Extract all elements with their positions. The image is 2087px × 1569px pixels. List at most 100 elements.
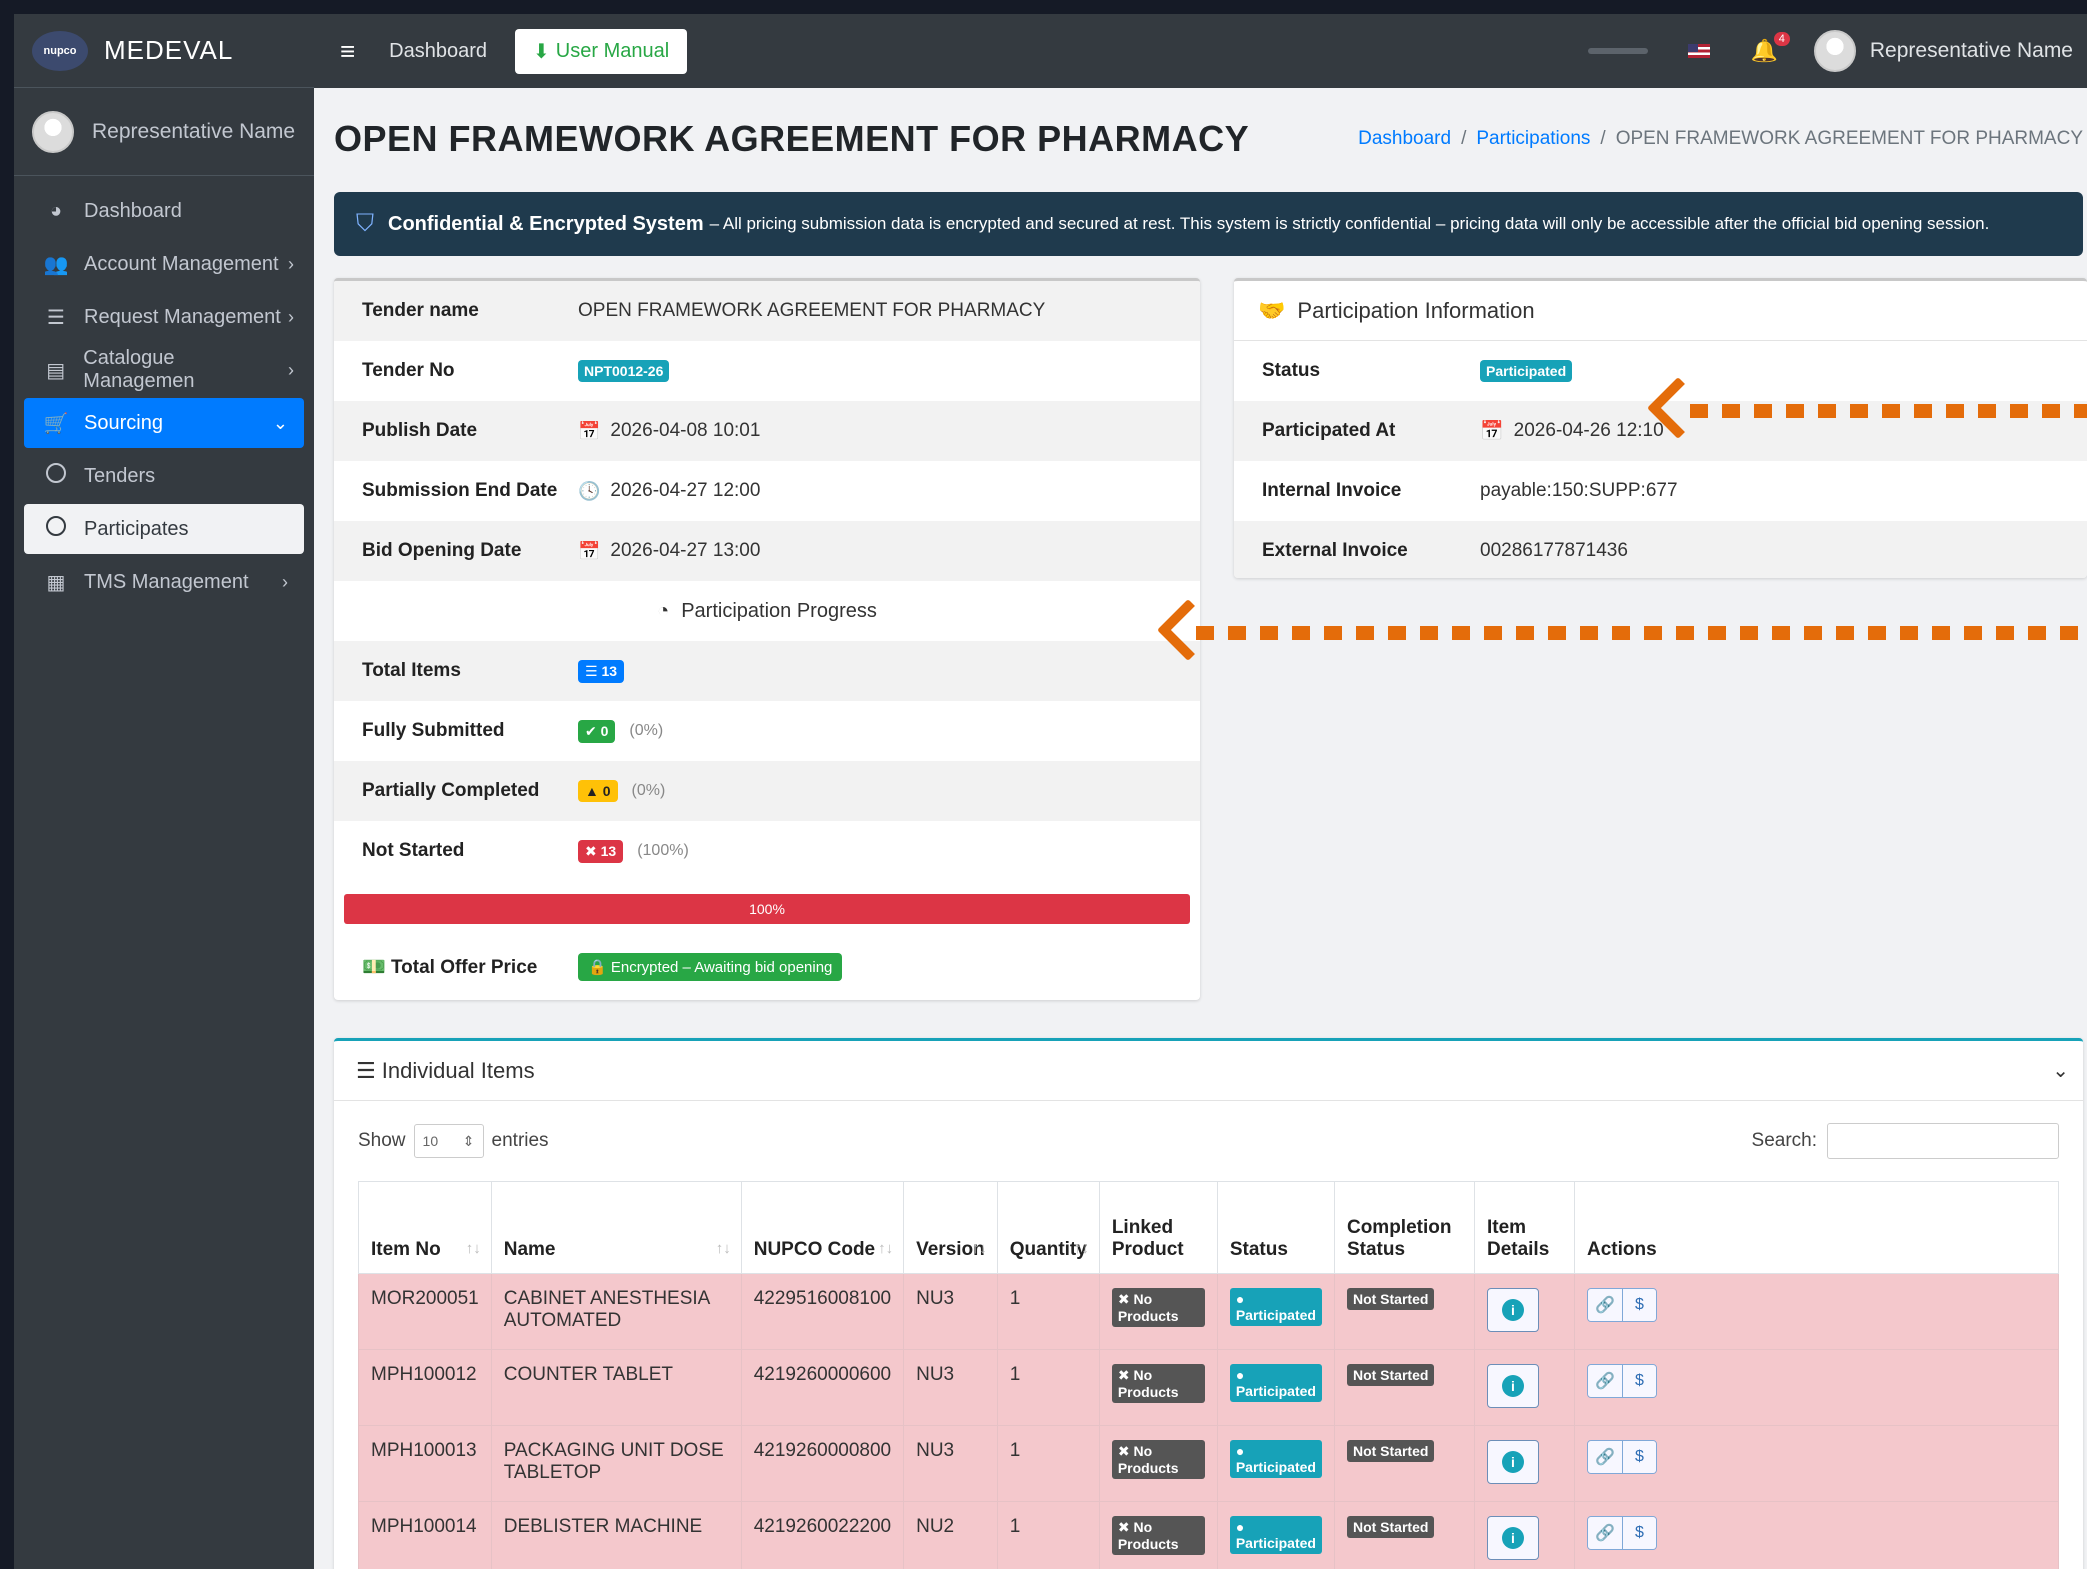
not-started-pct: (100%)	[637, 842, 689, 859]
items-card-header[interactable]: ☰ Individual Items ⌄	[334, 1041, 2083, 1101]
chevron-down-icon: ⌄	[272, 412, 288, 433]
top-nav-dashboard[interactable]: Dashboard	[389, 40, 487, 63]
not-started-badge: Not Started	[1346, 1364, 1435, 1386]
cell-status: ● Participated	[1216, 1273, 1335, 1350]
sidebar-item-sourcing[interactable]: 🛒 Sourcing ⌄	[24, 398, 304, 448]
fully-submitted-pct: (0%)	[629, 722, 664, 739]
item-details-button[interactable]: i	[1486, 1288, 1539, 1332]
no-products-badge: ✖ No Products	[1111, 1440, 1205, 1479]
progress-bar-fill: 100%	[344, 894, 1190, 924]
item-details-button[interactable]: i	[1486, 1440, 1539, 1484]
internal-invoice-value: payable:150:SUPP:677	[1480, 480, 1678, 501]
blurred-element	[1588, 48, 1649, 54]
dollar-icon[interactable]: $	[1621, 1517, 1656, 1549]
sidebar-item-tms-management[interactable]: ▦ TMS Management ›	[24, 557, 304, 607]
breadcrumb-dashboard[interactable]: Dashboard	[1358, 128, 1451, 150]
col-quantity[interactable]: Quantity ↑↓	[996, 1181, 1100, 1274]
annotation-arrow-progress	[1156, 598, 2087, 662]
search-input[interactable]	[1827, 1123, 2059, 1159]
main-content: OPEN FRAMEWORK AGREEMENT FOR PHARMACY Da…	[314, 88, 2087, 1569]
search-wrapper: Search:	[1752, 1123, 2059, 1159]
entries-label: entries	[491, 1130, 549, 1151]
dollar-icon[interactable]: $	[1621, 1365, 1656, 1397]
tender-details-card: Tender name OPEN FRAMEWORK AGREEMENT FOR…	[334, 278, 1200, 1000]
handshake-icon: 🤝	[1258, 297, 1286, 323]
tender-name-label: Tender name	[362, 300, 479, 321]
breadcrumb-participations[interactable]: Participations	[1476, 128, 1590, 150]
avatar[interactable]	[1813, 30, 1856, 72]
hamburger-menu-icon[interactable]: ≡	[340, 36, 355, 67]
notification-bell-icon[interactable]: 🔔 4	[1750, 32, 1790, 64]
cart-icon: 🛒	[43, 412, 69, 435]
cell-linked: ✖ No Products	[1098, 1349, 1218, 1426]
submission-end-label: Submission End Date	[362, 480, 558, 501]
items-table: Item No ↑↓ Name ↑↓ NUPCO Code ↑↓ Version ↑↓ …	[358, 1181, 2060, 1569]
tender-no-label: Tender No	[362, 360, 455, 381]
total-items-badge: ☰ 13	[578, 659, 625, 683]
link-icon[interactable]: 🔗	[1587, 1441, 1622, 1473]
external-invoice-label: External Invoice	[1262, 540, 1408, 561]
chevron-right-icon: ›	[288, 306, 294, 327]
col-item-details: Item Details	[1473, 1181, 1575, 1274]
cell-qty: 1	[996, 1425, 1100, 1502]
not-started-badge: Not Started	[1346, 1288, 1435, 1310]
sidebar-item-participates[interactable]: Participates	[24, 504, 304, 554]
show-label: Show	[358, 1130, 406, 1151]
col-completion-status: Completion Status	[1333, 1181, 1475, 1274]
sidebar-user[interactable]: Representative Name	[14, 88, 314, 176]
users-cog-icon: 👥	[43, 253, 69, 276]
chevron-right-icon: ›	[288, 359, 294, 380]
col-name[interactable]: Name ↑↓	[490, 1181, 742, 1274]
top-user-name[interactable]: Representative Name	[1870, 39, 2073, 63]
item-details-button[interactable]: i	[1486, 1516, 1539, 1560]
calendar-icon: 📅	[578, 420, 601, 441]
stat-row: Total Items ☰ 13	[334, 641, 1200, 701]
cell-name: CABINET ANESTHESIA AUTOMATED	[490, 1273, 742, 1350]
sidebar-item-dashboard[interactable]: ◕ Dashboard	[24, 186, 304, 236]
cell-item-no: MOR200051	[358, 1273, 492, 1350]
cell-details: i	[1473, 1349, 1575, 1426]
item-details-button[interactable]: i	[1486, 1364, 1539, 1408]
col-item-no[interactable]: Item No ↑↓	[358, 1181, 492, 1274]
participated-badge: ● Participated	[1229, 1364, 1322, 1402]
total-items-label: Total Items	[362, 660, 461, 681]
entries-select[interactable]: 10 ⇕	[413, 1124, 484, 1158]
sort-icon: ↑↓	[971, 1240, 987, 1257]
list-icon: ☰	[585, 662, 602, 679]
alert-text: – All pricing submission data is encrypt…	[709, 214, 1990, 233]
col-linked-product: Linked Product	[1098, 1181, 1218, 1274]
col-nupco-code[interactable]: NUPCO Code ↑↓	[740, 1181, 905, 1274]
link-icon[interactable]: 🔗	[1587, 1289, 1622, 1321]
action-button-group: 🔗 $	[1586, 1440, 1657, 1474]
col-version[interactable]: Version ↑↓	[903, 1181, 998, 1274]
us-flag-icon[interactable]	[1688, 44, 1711, 58]
cell-details: i	[1473, 1425, 1575, 1502]
submission-end-value: 2026-04-27 12:00	[610, 480, 761, 501]
sidebar-item-tenders[interactable]: Tenders	[24, 451, 304, 501]
partially-completed-badge: ▲ 0	[578, 780, 618, 802]
warning-icon: ▲	[585, 783, 603, 799]
table-row: MOR200051 CABINET ANESTHESIA AUTOMATED 4…	[358, 1273, 2060, 1350]
cell-completion: Not Started	[1333, 1273, 1475, 1350]
stat-row: Not Started ✖ 13 (100%)	[334, 821, 1200, 881]
chevron-right-icon: ›	[282, 571, 288, 592]
sidebar-item-request-management[interactable]: ☰ Request Management ›	[24, 292, 304, 342]
user-manual-button[interactable]: ⬇ User Manual	[515, 28, 688, 74]
sidebar-item-account-management[interactable]: 👥 Account Management ›	[24, 239, 304, 289]
cell-actions: 🔗 $	[1573, 1273, 2060, 1350]
col-actions: Actions	[1573, 1181, 2060, 1274]
not-started-label: Not Started	[362, 840, 465, 861]
link-icon[interactable]: 🔗	[1587, 1517, 1622, 1549]
dollar-icon[interactable]: $	[1621, 1441, 1656, 1473]
times-circle-icon: ✖	[585, 842, 601, 859]
table-header-row: Item No ↑↓ Name ↑↓ NUPCO Code ↑↓ Version ↑↓ …	[358, 1181, 2060, 1274]
brand[interactable]: nupco MEDEVAL	[14, 14, 314, 88]
chevron-down-icon[interactable]: ⌄	[2052, 1058, 2069, 1083]
pie-chart-icon: ◔	[657, 599, 670, 622]
cell-name: DEBLISTER MACHINE	[490, 1501, 742, 1569]
link-icon[interactable]: 🔗	[1587, 1365, 1622, 1397]
download-icon: ⬇	[533, 40, 550, 63]
sidebar-item-catalogue-management[interactable]: ▤ Catalogue Managemen ›	[24, 345, 304, 395]
dollar-icon[interactable]: $	[1621, 1289, 1656, 1321]
bid-opening-label: Bid Opening Date	[362, 540, 522, 561]
